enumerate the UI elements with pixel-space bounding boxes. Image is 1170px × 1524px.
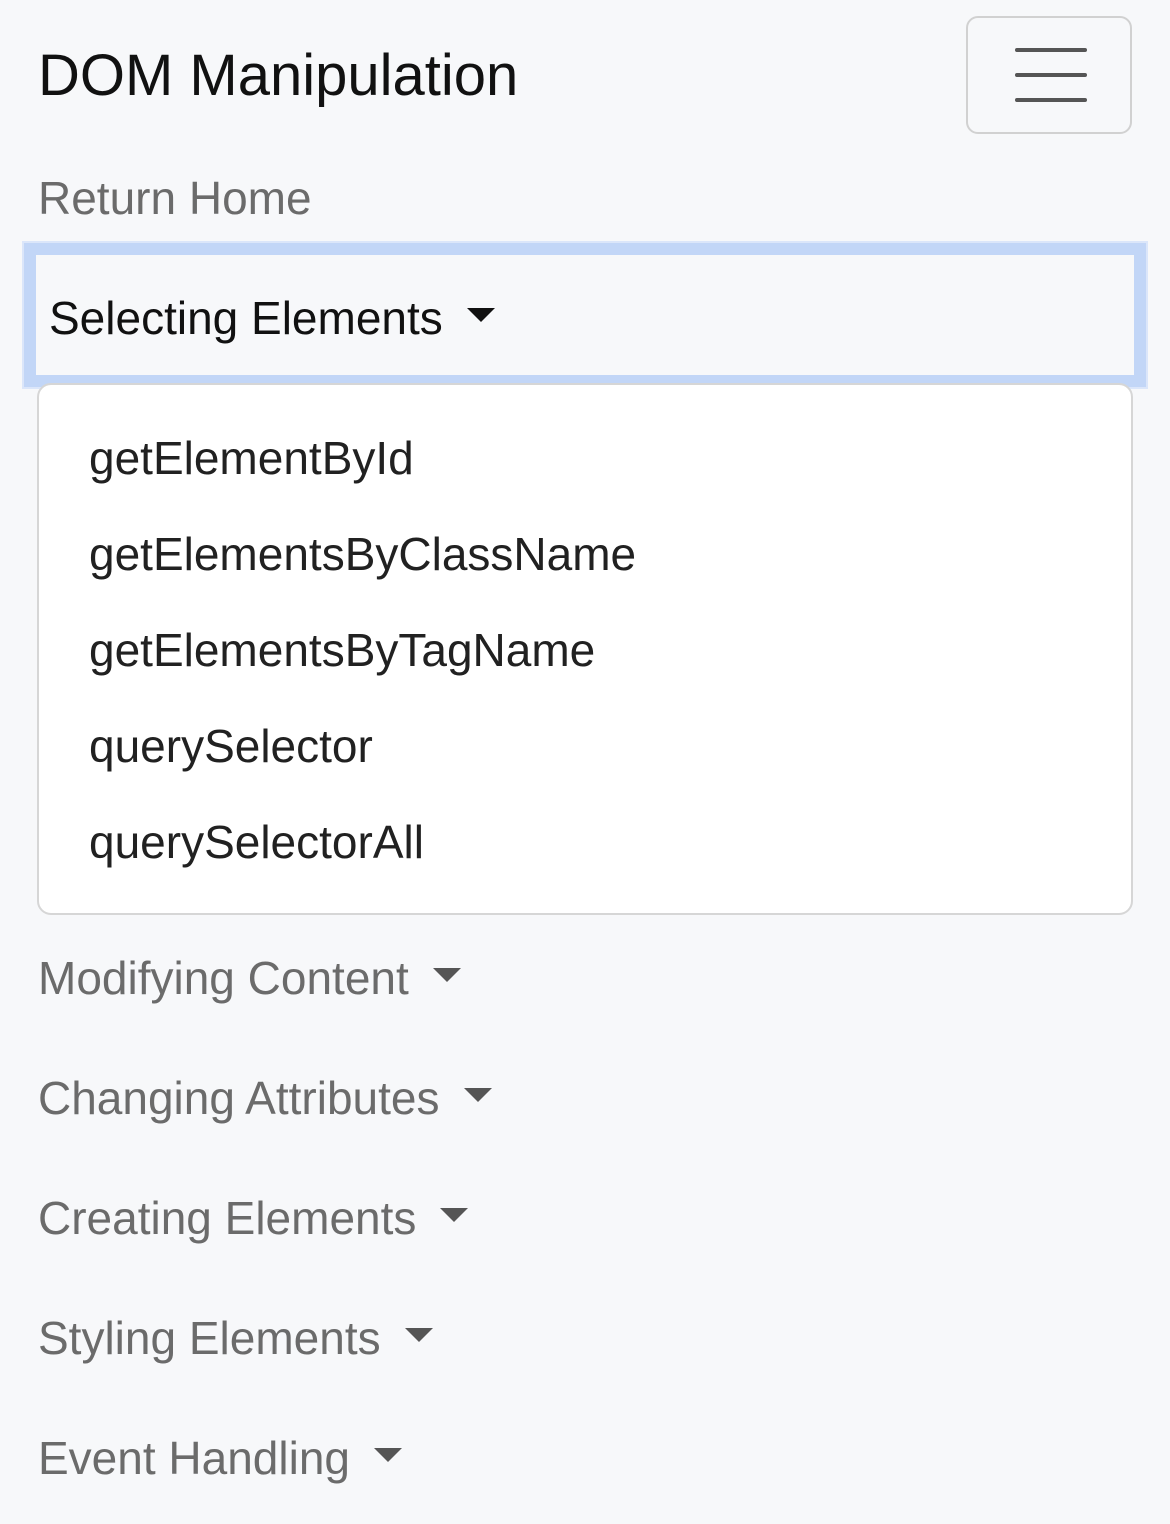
dropdown-toggle-label: Styling Elements xyxy=(38,1312,381,1364)
caret-down-icon xyxy=(404,1328,433,1342)
dropdown-toggle-label-wrapper: Selecting Elements xyxy=(49,290,495,346)
hamburger-menu-icon-line xyxy=(1015,48,1087,52)
dropdown-item-queryselector[interactable]: querySelector xyxy=(89,718,373,774)
dropdown-toggle-selecting-elements[interactable]: Selecting Elements xyxy=(22,241,1148,389)
navbar-toggler-button[interactable] xyxy=(966,16,1132,134)
dropdown-toggle-creating-elements[interactable]: Creating Elements xyxy=(38,1190,469,1246)
caret-down-icon xyxy=(466,308,495,322)
dropdown-toggle-styling-elements[interactable]: Styling Elements xyxy=(38,1310,433,1366)
dropdown-toggle-label: Selecting Elements xyxy=(49,292,443,344)
dropdown-toggle-modifying-content[interactable]: Modifying Content xyxy=(38,950,461,1006)
return-home-link[interactable]: Return Home xyxy=(38,170,312,226)
caret-down-icon xyxy=(440,1208,469,1222)
dropdown-toggle-label: Event Handling xyxy=(38,1432,350,1484)
dropdown-item-queryselectorall[interactable]: querySelectorAll xyxy=(89,814,424,870)
dropdown-toggle-label: Creating Elements xyxy=(38,1192,417,1244)
navbar-brand[interactable]: DOM Manipulation xyxy=(38,40,518,112)
dropdown-item-getelementbyid[interactable]: getElementById xyxy=(89,430,414,486)
dropdown-item-getelementsbyclassname[interactable]: getElementsByClassName xyxy=(89,526,636,582)
caret-down-icon xyxy=(373,1448,402,1462)
dropdown-toggle-changing-attributes[interactable]: Changing Attributes xyxy=(38,1070,492,1126)
dropdown-item-getelementsbytagname[interactable]: getElementsByTagName xyxy=(89,622,595,678)
dropdown-menu-selecting-elements: getElementById getElementsByClassName ge… xyxy=(37,383,1133,915)
dropdown-toggle-event-handling[interactable]: Event Handling xyxy=(38,1430,402,1486)
hamburger-menu-icon-line xyxy=(1015,73,1087,77)
dropdown-toggle-label: Changing Attributes xyxy=(38,1072,440,1124)
dropdown-toggle-label: Modifying Content xyxy=(38,952,409,1004)
hamburger-menu-icon-line xyxy=(1015,98,1087,102)
caret-down-icon xyxy=(463,1088,492,1102)
caret-down-icon xyxy=(432,968,461,982)
navbar: DOM Manipulation Return Home Selecting E… xyxy=(0,0,1170,1524)
